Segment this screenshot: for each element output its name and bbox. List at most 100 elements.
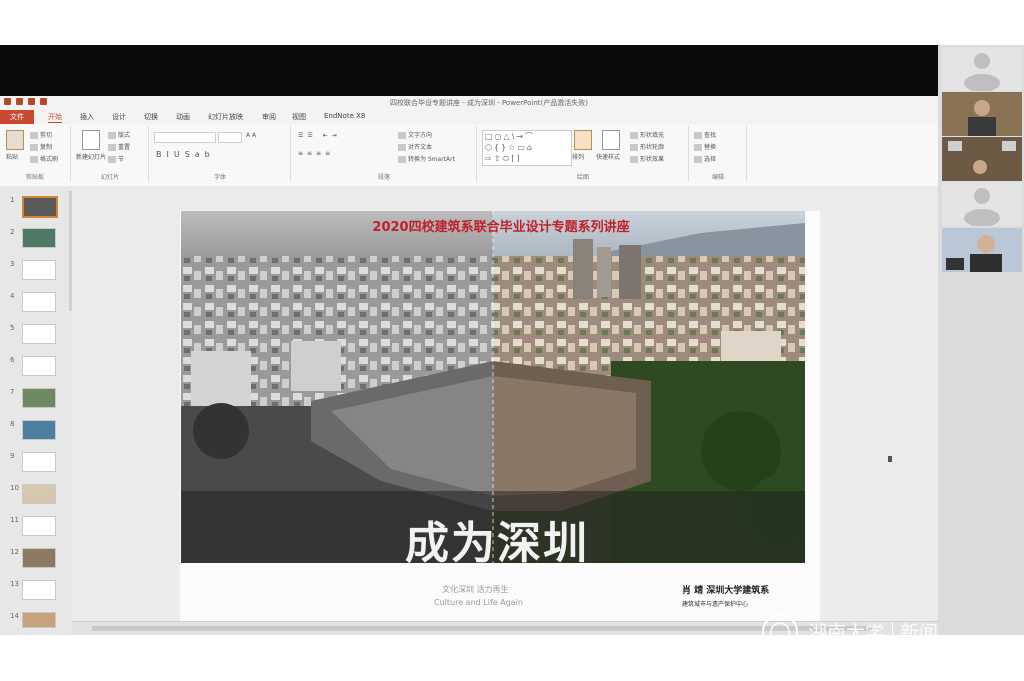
slide-thumbnail[interactable] <box>22 612 56 628</box>
editing-label: 编辑 <box>711 174 724 181</box>
shape-effects-button[interactable]: 形状效果 <box>630 154 664 163</box>
thumb-number: 11 <box>10 516 19 524</box>
quick-access-toolbar <box>4 98 47 105</box>
effects-icon <box>630 156 638 163</box>
slide-thumbnail[interactable] <box>22 516 56 536</box>
quick-styles-button[interactable]: 快速样式 <box>596 152 620 161</box>
brush-icon <box>30 156 38 163</box>
new-slide-button[interactable]: 新建幻灯片 <box>76 152 106 161</box>
new-slide-icon[interactable] <box>82 130 100 150</box>
smartart-button[interactable]: 转换为 SmartArt <box>398 154 455 163</box>
slide-thumbnail[interactable] <box>22 356 56 376</box>
cut-button[interactable]: 剪切 <box>30 130 52 139</box>
list-buttons[interactable]: ☰☰ ⇤⇥ <box>298 132 341 139</box>
font-style-buttons[interactable]: BIUSab <box>156 150 215 159</box>
format-painter-button[interactable]: 格式刷 <box>30 154 58 163</box>
section-button[interactable]: 节 <box>108 154 124 163</box>
scissors-icon <box>30 132 38 139</box>
cursor-icon <box>694 156 702 163</box>
paste-button[interactable]: 粘贴 <box>6 152 18 161</box>
reset-icon <box>108 144 116 151</box>
outline-icon <box>630 144 638 151</box>
align-buttons[interactable]: ≡≡≡≡ <box>298 150 334 157</box>
reset-button[interactable]: 重置 <box>108 142 130 151</box>
shape-fill-button[interactable]: 形状填充 <box>630 130 664 139</box>
undo-icon[interactable] <box>16 98 23 105</box>
tab-transitions[interactable]: 切换 <box>144 112 158 122</box>
thumb-number: 4 <box>10 292 15 300</box>
participant-tile-avatar[interactable] <box>942 182 1022 226</box>
slide-thumbnail[interactable] <box>22 388 56 408</box>
thumb-number: 1 <box>10 196 15 204</box>
tab-animations[interactable]: 动画 <box>176 112 190 122</box>
quick-styles-icon[interactable] <box>602 130 620 150</box>
paste-icon[interactable] <box>6 130 24 150</box>
user-avatar-icon <box>964 188 1000 226</box>
participant-tile-video[interactable] <box>942 92 1022 136</box>
tab-design[interactable]: 设计 <box>112 112 126 122</box>
text-direction-icon <box>398 132 406 139</box>
tab-view[interactable]: 视图 <box>292 112 306 122</box>
group-slides: 新建幻灯片 版式 重置 节 幻灯片 <box>72 126 149 182</box>
participant-tile-video[interactable] <box>942 228 1022 272</box>
thumb-number: 6 <box>10 356 15 364</box>
subtitle-en: Culture and Life Again <box>434 598 523 607</box>
slide-thumbnail[interactable] <box>22 580 56 600</box>
align-text-button[interactable]: 对齐文本 <box>398 142 432 151</box>
title-bar: 四校联合毕设专题讲座 - 成为深圳 - PowerPoint(产品激活失败) <box>0 96 938 110</box>
drawing-label: 绘图 <box>576 174 589 181</box>
slide-thumbnail[interactable] <box>22 228 56 248</box>
person-video <box>942 92 1022 136</box>
font-label: 字体 <box>213 174 226 181</box>
group-drawing: □○△\→⌒ ⬡{}☆▭⌂ ⇨⇧⬭⌈⌉ 排列 快速样式 形状填充 形状轮廓 形状效果… <box>478 126 689 182</box>
shape-outline-button[interactable]: 形状轮廓 <box>630 142 664 151</box>
replace-button[interactable]: 替换 <box>694 142 716 151</box>
thumb-number: 3 <box>10 260 15 268</box>
font-size-buttons[interactable]: A A <box>246 132 256 139</box>
person-video <box>942 137 1022 181</box>
group-editing: 查找 替换 选择 编辑 <box>690 126 747 182</box>
find-button[interactable]: 查找 <box>694 130 716 139</box>
slide-thumbnail[interactable] <box>22 260 56 280</box>
thumb-number: 8 <box>10 420 15 428</box>
thumb-number: 12 <box>10 548 19 556</box>
align-text-icon <box>398 144 406 151</box>
present-icon[interactable] <box>40 98 47 105</box>
copy-button[interactable]: 复制 <box>30 142 52 151</box>
slide-thumbnail[interactable] <box>22 420 56 440</box>
tab-endnote[interactable]: EndNote X8 <box>324 112 365 120</box>
paragraph-label: 段落 <box>377 174 390 181</box>
slide-thumbnail[interactable] <box>22 196 58 218</box>
slide-thumbnail[interactable] <box>22 292 56 312</box>
slides-label: 幻灯片 <box>100 174 119 181</box>
font-size-input[interactable] <box>218 132 242 143</box>
participant-tile-video[interactable] <box>942 137 1022 181</box>
tab-slideshow[interactable]: 幻灯片放映 <box>208 112 243 122</box>
user-avatar-icon <box>964 53 1000 91</box>
tab-review[interactable]: 审阅 <box>262 112 276 122</box>
subtitle-cn: 文化深圳 活力再生 <box>442 585 509 594</box>
tab-file[interactable]: 文件 <box>0 110 34 124</box>
shapes-gallery[interactable]: □○△\→⌒ ⬡{}☆▭⌂ ⇨⇧⬭⌈⌉ <box>482 130 572 166</box>
slide-thumbnail[interactable] <box>22 484 56 504</box>
watermark-divider <box>892 622 893 642</box>
tab-home[interactable]: 开始 <box>48 112 62 123</box>
redo-icon[interactable] <box>28 98 35 105</box>
slide-thumbnail[interactable] <box>22 324 56 344</box>
slide-thumbnail[interactable] <box>22 452 56 472</box>
smartart-icon <box>398 156 406 163</box>
section-icon <box>108 156 116 163</box>
arrange-button[interactable]: 排列 <box>572 152 584 161</box>
text-direction-button[interactable]: 文字方向 <box>398 130 432 139</box>
author-organization: 建筑城市与遗产保护中心 <box>682 601 749 608</box>
font-name-input[interactable] <box>154 132 216 143</box>
layout-button[interactable]: 版式 <box>108 130 130 139</box>
thumb-number: 5 <box>10 324 15 332</box>
tab-insert[interactable]: 插入 <box>80 112 94 122</box>
arrange-icon[interactable] <box>574 130 592 150</box>
horizontal-scrollbar[interactable] <box>92 626 872 631</box>
save-icon[interactable] <box>4 98 11 105</box>
select-button[interactable]: 选择 <box>694 154 716 163</box>
participant-tile-avatar[interactable] <box>942 47 1022 91</box>
slide-thumbnail[interactable] <box>22 548 56 568</box>
